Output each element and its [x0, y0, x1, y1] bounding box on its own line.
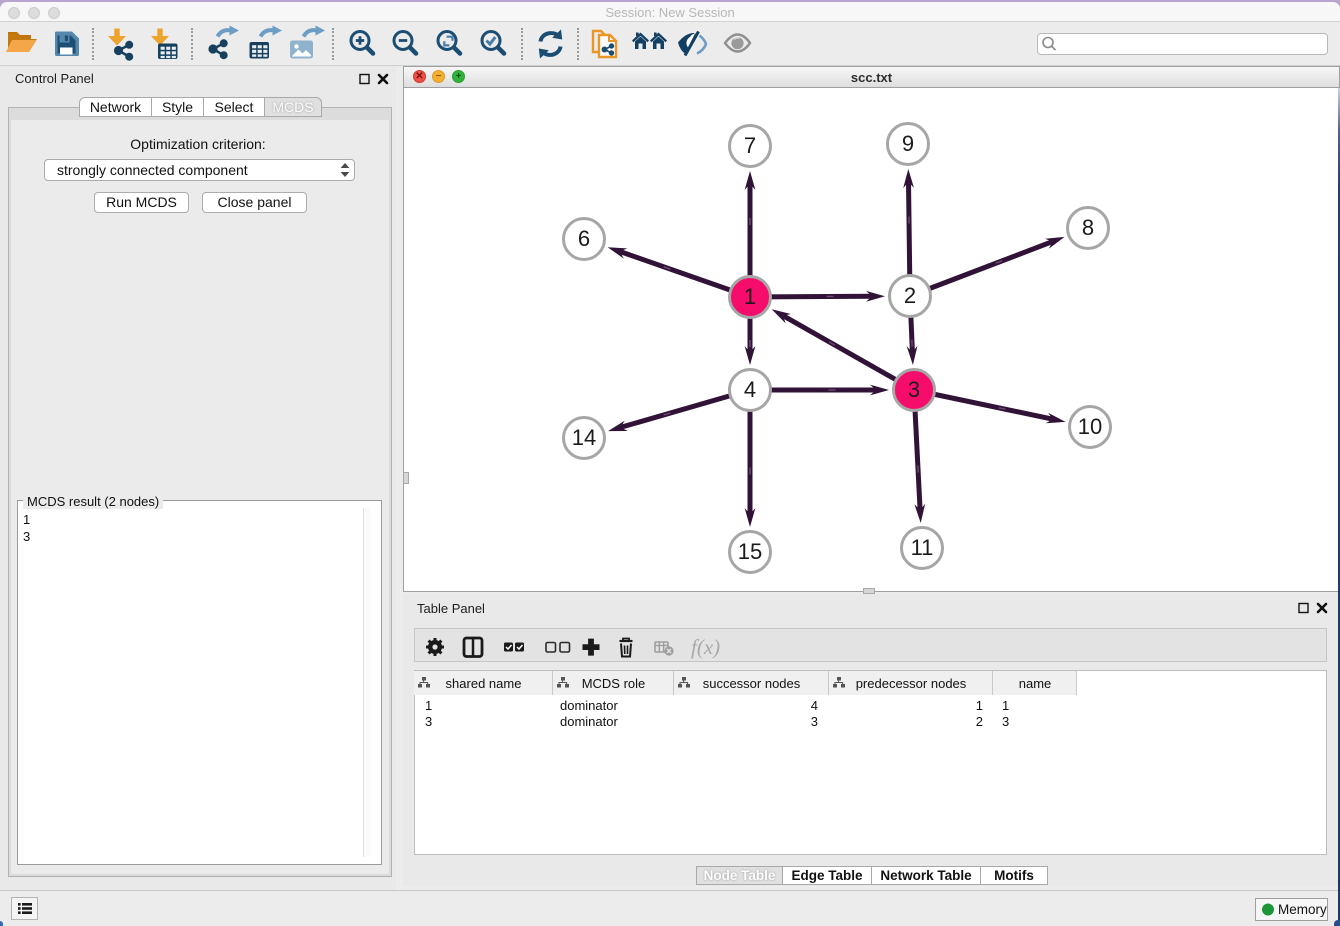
svg-text:7: 7 [744, 133, 756, 158]
svg-text:10: 10 [1078, 414, 1102, 439]
svg-text:6: 6 [578, 226, 590, 251]
svg-text:11: 11 [911, 535, 934, 560]
svg-text:4: 4 [744, 377, 756, 402]
svg-text:2: 2 [904, 283, 916, 308]
svg-text:14: 14 [572, 425, 596, 450]
svg-text:Memory: Memory [1278, 902, 1327, 917]
svg-text:15: 15 [738, 539, 762, 564]
svg-text:9: 9 [902, 131, 914, 156]
svg-text:f(x): f(x) [691, 635, 720, 659]
svg-text:1: 1 [744, 284, 756, 309]
svg-text:3: 3 [908, 377, 920, 402]
svg-text:8: 8 [1082, 215, 1094, 240]
